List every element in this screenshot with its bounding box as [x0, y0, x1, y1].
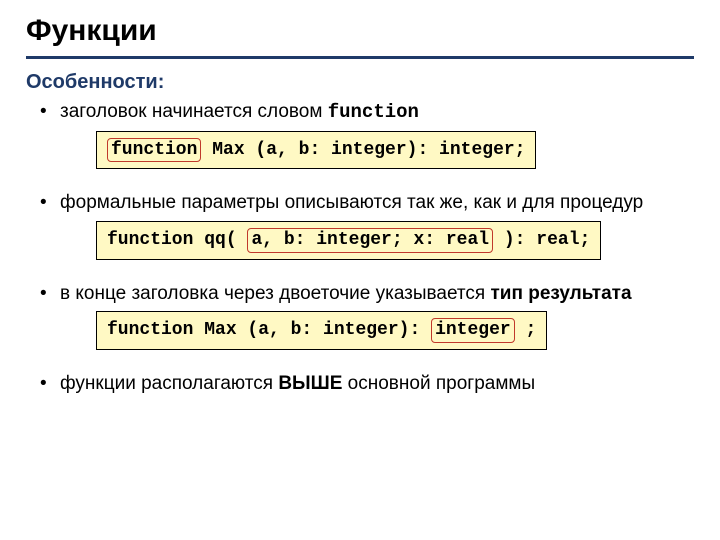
code-2-highlight: a, b: integer; x: real — [247, 228, 493, 253]
code-box-3: function Max (a, b: integer): integer ; — [96, 311, 547, 350]
code-box-1: function Max (a, b: integer): integer; — [96, 131, 536, 170]
code-3-highlight: integer — [431, 318, 515, 343]
code-box-2: function qq( a, b: integer; x: real ): r… — [96, 221, 601, 260]
page-title: Функции — [26, 14, 694, 48]
bullet-list: заголовок начинается словом function fun… — [26, 100, 694, 396]
bullet-4-post: основной программы — [342, 373, 535, 394]
code-2-pre: function qq( — [107, 230, 247, 250]
bullet-1-keyword: function — [328, 101, 419, 123]
bullet-item-4: функции располагаются ВЫШЕ основной прог… — [38, 372, 694, 396]
code-1-rest: Max (a, b: integer): integer; — [201, 140, 525, 160]
bullet-4-pre: функции располагаются — [60, 373, 278, 394]
title-divider — [26, 56, 694, 59]
bullet-3-bold: тип результата — [490, 283, 631, 304]
bullet-4-caps: ВЫШЕ — [278, 373, 342, 394]
code-2-post: ): real; — [493, 230, 590, 250]
section-subtitle: Особенности: — [26, 71, 694, 94]
bullet-item-3: в конце заголовка через двоеточие указыв… — [38, 282, 694, 364]
code-1-highlight: function — [107, 138, 201, 163]
bullet-item-1: заголовок начинается словом function fun… — [38, 100, 694, 183]
code-3-pre: function Max (a, b: integer): — [107, 320, 431, 340]
bullet-item-2: формальные параметры описываются так же,… — [38, 191, 694, 273]
bullet-2-text: формальные параметры описываются так же,… — [60, 192, 643, 213]
code-3-post: ; — [515, 320, 537, 340]
bullet-3-text: в конце заголовка через двоеточие указыв… — [60, 283, 490, 304]
bullet-1-text: заголовок начинается словом — [60, 101, 328, 122]
